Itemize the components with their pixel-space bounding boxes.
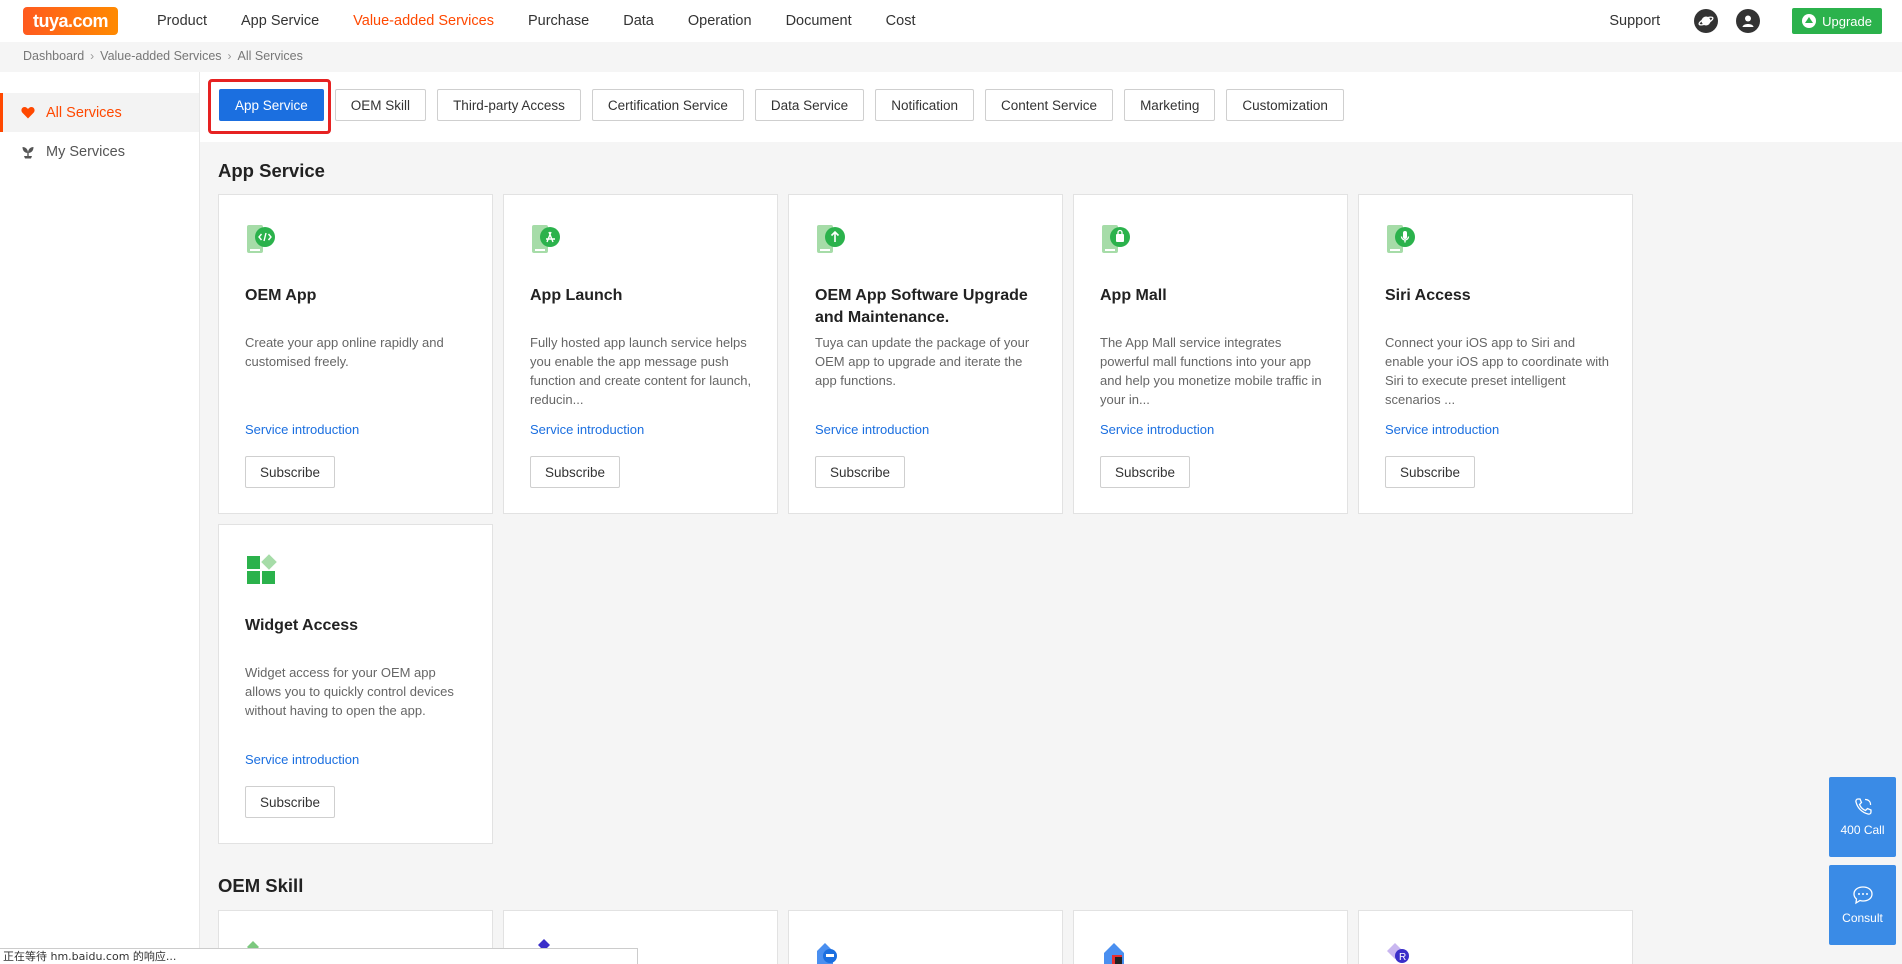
tab-notification[interactable]: Notification [875,89,974,121]
tab-customization[interactable]: Customization [1226,89,1344,121]
service-card-siri-access: Siri Access Connect your iOS app to Siri… [1358,194,1633,514]
sidebar-item-label: All Services [46,104,122,121]
category-tabs-bar: App Service OEM Skill Third-party Access… [200,72,1902,142]
app-store-phone-icon [530,223,564,257]
card-description: Create your app online rapidly and custo… [245,335,444,369]
subscribe-button[interactable]: Subscribe [815,456,906,488]
service-card-app-launch: App Launch Fully hosted app launch servi… [503,194,778,514]
tab-third-party-access[interactable]: Third-party Access [437,89,581,121]
service-card-partial [1073,910,1348,964]
tab-data-service[interactable]: Data Service [754,89,865,121]
browser-status-bar: 正在等待 hm.baidu.com 的响应... [0,948,638,964]
tab-content-service[interactable]: Content Service [985,89,1114,121]
subscribe-button[interactable]: Subscribe [1385,456,1476,488]
tab-app-service[interactable]: App Service [219,89,324,121]
nav-item-purchase[interactable]: Purchase [511,13,606,29]
service-introduction-link[interactable]: Service introduction [815,422,929,437]
chevron-right-icon: › [227,49,232,63]
heart-icon [20,105,36,121]
chat-bubble-icon [1852,886,1873,905]
upgrade-label: Upgrade [1822,13,1872,29]
chevron-right-icon: › [90,49,95,63]
microphone-phone-icon [1385,223,1419,257]
card-description: The App Mall service integrates powerful… [1100,335,1322,407]
card-description: Connect your iOS app to Siri and enable … [1385,335,1610,407]
upgrade-arrow-icon [1802,14,1817,28]
section-title-oem-skill: OEM Skill [218,875,304,896]
call-label: 400 Call [1840,823,1885,837]
service-introduction-link[interactable]: Service introduction [530,422,644,437]
nav-item-cost[interactable]: Cost [869,13,933,29]
service-card-partial: R [1358,910,1633,964]
subscribe-button[interactable]: Subscribe [530,456,621,488]
service-introduction-link[interactable]: Service introduction [245,752,359,767]
breadcrumb: Dashboard › Value-added Services › All S… [23,49,303,63]
call-button[interactable]: 400 Call [1829,777,1896,857]
planet-icon[interactable] [1694,9,1719,33]
card-description: Widget access for your OEM app allows yo… [245,665,454,718]
consult-button[interactable]: Consult [1829,865,1896,945]
sidebar-item-all-services[interactable]: All Services [0,93,199,132]
mall-phone-icon [1100,223,1134,257]
card-title: Widget Access [245,617,359,634]
sidebar-item-label: My Services [46,143,125,160]
section-title-app-service: App Service [218,160,325,181]
tab-oem-skill[interactable]: OEM Skill [334,89,427,121]
card-description: Tuya can update the package of your OEM … [815,335,1030,388]
subscribe-button[interactable]: Subscribe [1100,456,1191,488]
breadcrumb-all-services: All Services [237,49,303,63]
support-link[interactable]: Support [1609,13,1660,29]
service-card-app-mall: App Mall The App Mall service integrates… [1073,194,1348,514]
service-card-widget-access: Widget Access Widget access for your OEM… [218,524,493,844]
service-card-oem-app-upgrade: OEM App Software Upgrade and Maintenance… [788,194,1063,514]
card-title: Siri Access [1385,287,1471,304]
code-phone-icon [245,223,279,257]
subscribe-button[interactable]: Subscribe [245,456,336,488]
category-tabs: App Service OEM Skill Third-party Access… [219,89,1344,121]
tab-certification-service[interactable]: Certification Service [591,89,744,121]
svg-text:R: R [1399,952,1406,963]
nav-item-operation[interactable]: Operation [671,13,769,29]
user-avatar-icon[interactable] [1736,9,1761,33]
sidebar: All Services My Services [0,72,200,964]
nav-item-document[interactable]: Document [769,13,869,29]
upgrade-phone-icon [815,223,849,257]
skill-icon: R [1387,943,1409,963]
skill-icon [1104,943,1124,964]
card-title: OEM App Software Upgrade and Maintenance… [815,287,1028,326]
nav-right: Support Upgrade [1609,0,1882,42]
plant-icon [20,144,36,160]
service-introduction-link[interactable]: Service introduction [1100,422,1214,437]
service-introduction-link[interactable]: Service introduction [245,422,359,437]
consult-label: Consult [1842,911,1883,925]
upgrade-button[interactable]: Upgrade [1792,8,1882,34]
sidebar-item-my-services[interactable]: My Services [0,132,199,171]
main-menu: Product App Service Value-added Services… [140,0,932,42]
nav-item-product[interactable]: Product [140,13,224,29]
tuya-logo[interactable]: tuya.com [23,7,118,35]
nav-item-value-added-services[interactable]: Value-added Services [336,13,511,29]
service-introduction-link[interactable]: Service introduction [1385,422,1499,437]
service-card-oem-app: OEM App Create your app online rapidly a… [218,194,493,514]
card-title: OEM App [245,287,317,304]
service-card-partial [788,910,1063,964]
skill-icon [817,943,837,964]
card-title: App Mall [1100,287,1167,304]
nav-item-data[interactable]: Data [606,13,671,29]
subscribe-button[interactable]: Subscribe [245,786,336,818]
widget-grid-icon [245,553,279,587]
top-nav: tuya.com Product App Service Value-added… [0,0,1902,42]
breadcrumb-dashboard[interactable]: Dashboard [23,49,84,63]
phone-icon [1854,798,1872,815]
card-description: Fully hosted app launch service helps yo… [530,335,752,407]
breadcrumb-value-added-services[interactable]: Value-added Services [100,49,221,63]
nav-item-app-service[interactable]: App Service [224,13,336,29]
card-title: App Launch [530,287,623,304]
tab-marketing[interactable]: Marketing [1124,89,1216,121]
